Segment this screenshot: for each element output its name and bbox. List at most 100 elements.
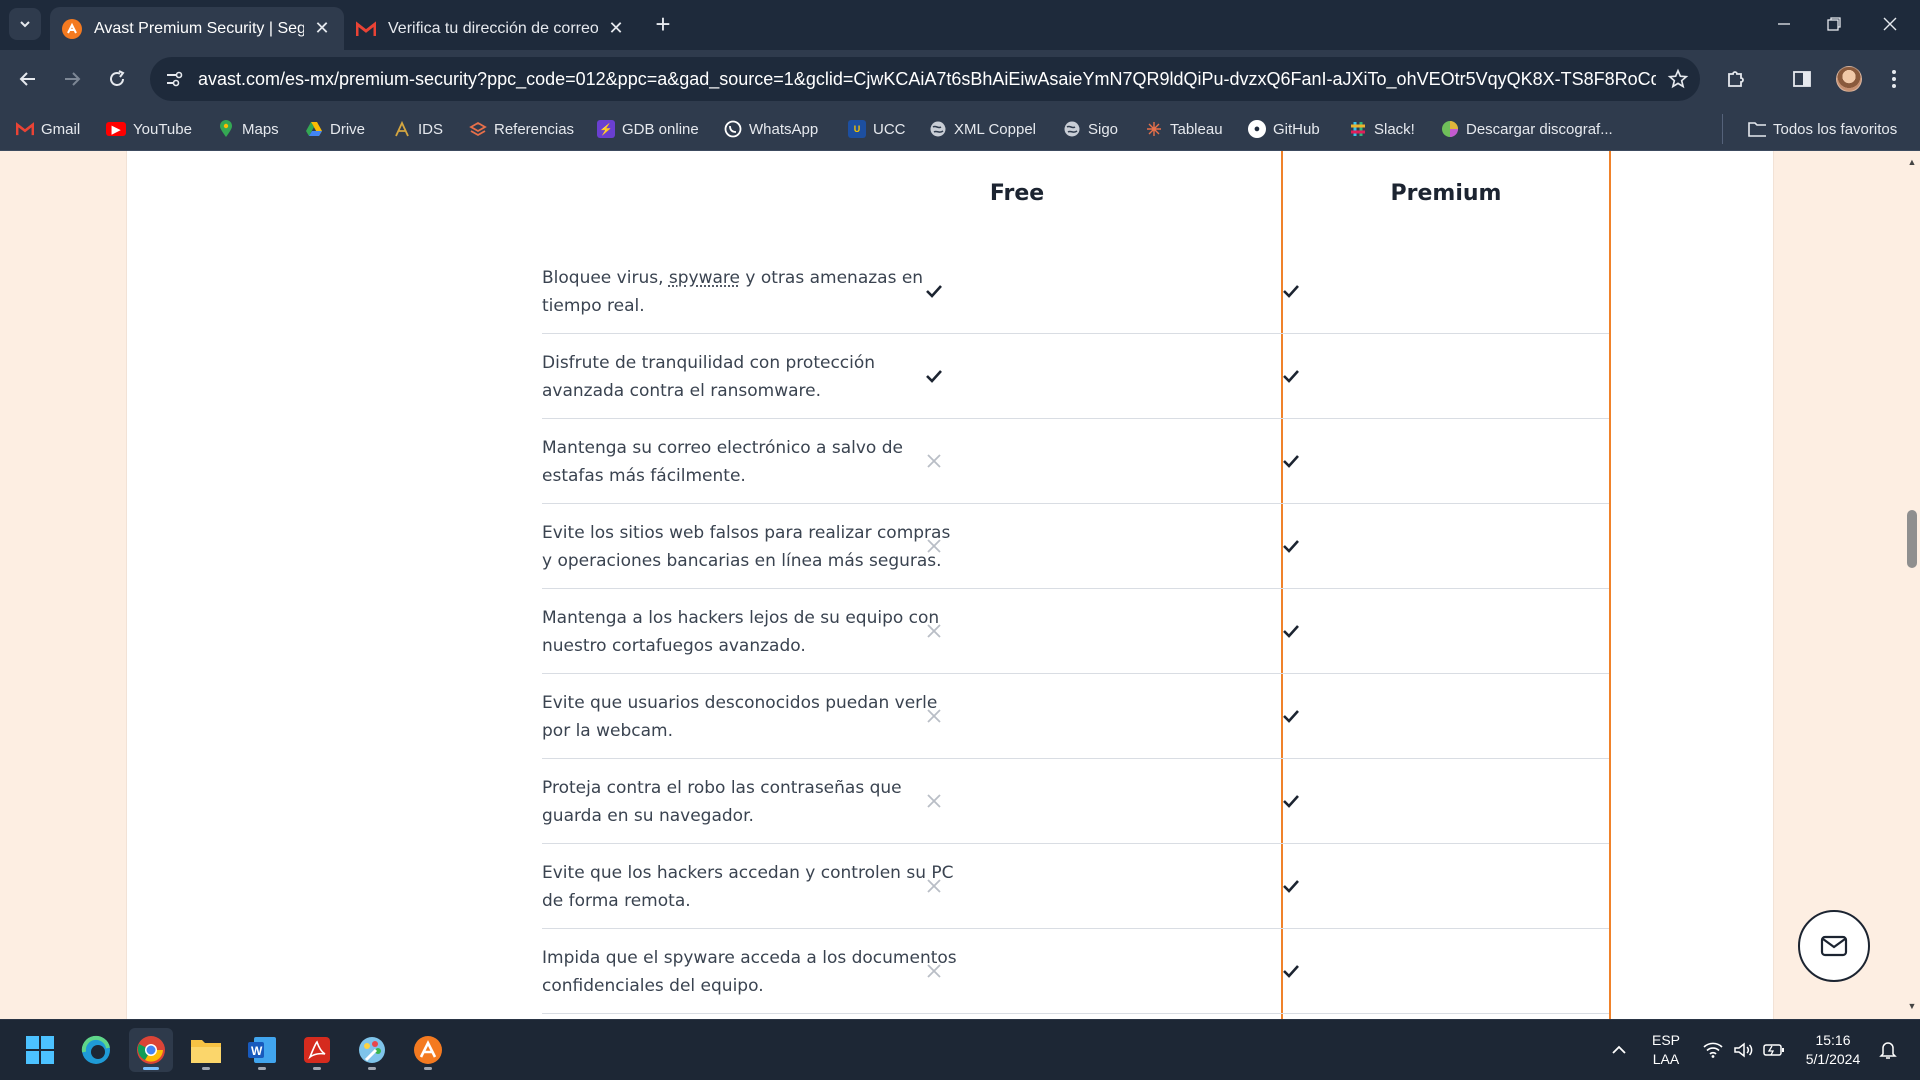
- wifi-icon[interactable]: [1700, 1030, 1726, 1070]
- feature-text: Mantenga a los hackers lejos de su equip…: [542, 589, 962, 674]
- check-icon: [1279, 449, 1303, 473]
- mail-icon: [1820, 935, 1848, 957]
- reload-button[interactable]: [101, 63, 133, 95]
- back-button[interactable]: [12, 63, 44, 95]
- bookmark-xml-coppel[interactable]: XML Coppel: [929, 117, 1036, 141]
- feature-text-part: Bloquee virus,: [542, 267, 669, 288]
- tab-search-button[interactable]: [9, 8, 41, 40]
- bookmark-ids[interactable]: IDS: [393, 117, 443, 141]
- check-icon: [922, 364, 946, 388]
- extensions-button[interactable]: [1720, 63, 1752, 95]
- clock[interactable]: 15:16 5/1/2024: [1796, 1030, 1870, 1070]
- close-icon[interactable]: ✕: [312, 18, 332, 39]
- tab-title: Verifica tu dirección de correo: [388, 19, 598, 37]
- bookmark-drive[interactable]: Drive: [305, 117, 365, 141]
- bookmark-youtube[interactable]: ▶ YouTube: [106, 117, 192, 141]
- drive-icon: [305, 120, 323, 138]
- bookmark-referencias[interactable]: Referencias: [469, 117, 574, 141]
- layers-icon: [469, 120, 487, 138]
- site-info-icon[interactable]: [154, 57, 194, 101]
- gmail-icon: [16, 120, 34, 138]
- show-hidden-icons-button[interactable]: [1602, 1030, 1636, 1070]
- bookmark-maps[interactable]: Maps: [217, 117, 279, 141]
- feature-label: Impida que el spyware acceda a los docum…: [542, 947, 957, 996]
- spyware-link[interactable]: spyware: [669, 268, 740, 288]
- menu-button[interactable]: [1878, 63, 1910, 95]
- cross-icon: [922, 619, 946, 643]
- profile-avatar[interactable]: [1836, 66, 1862, 92]
- table-row: Evite los sitios web falsos para realiza…: [542, 504, 1609, 589]
- bookmark-label: Gmail: [41, 120, 81, 138]
- web-page: Free Premium Bloquee virus, spyware y ot…: [0, 151, 1904, 1019]
- avast-icon: [62, 18, 82, 39]
- bookmark-label: Tableau: [1170, 120, 1223, 138]
- tab-gmail[interactable]: Verifica tu dirección de correo ✕: [344, 7, 638, 50]
- bookmark-tableau[interactable]: Tableau: [1145, 117, 1223, 141]
- bookmark-label: GDB online: [622, 120, 699, 138]
- forward-button[interactable]: [56, 63, 88, 95]
- taskbar-file-explorer[interactable]: [184, 1028, 228, 1072]
- close-window-button[interactable]: [1860, 0, 1920, 48]
- side-panel-icon: [1793, 71, 1811, 87]
- bookmark-label: Sigo: [1088, 120, 1119, 138]
- ucc-icon: U: [848, 120, 866, 138]
- restore-button[interactable]: [1804, 0, 1864, 48]
- feature-label: Evite los sitios web falsos para realiza…: [542, 522, 951, 571]
- bookmark-all-favorites[interactable]: Todos los favoritos: [1748, 117, 1897, 141]
- feature-label: Mantenga su correo electrónico a salvo d…: [542, 437, 903, 486]
- free-column-header: Free: [989, 181, 1045, 206]
- table-row: Proteja contra el robo las contraseñas q…: [542, 759, 1609, 844]
- battery-icon[interactable]: [1760, 1030, 1788, 1070]
- start-button[interactable]: [18, 1028, 62, 1072]
- bookmark-label: Todos los favoritos: [1773, 120, 1898, 138]
- chevron-down-icon: [20, 21, 30, 28]
- new-tab-button[interactable]: +: [650, 11, 676, 38]
- feature-label: Disfrute de tranquilidad con protección …: [542, 352, 876, 401]
- taskbar-word[interactable]: W: [240, 1028, 284, 1072]
- bookmark-sigo[interactable]: Sigo: [1063, 117, 1118, 141]
- clock-time: 15:16: [1815, 1032, 1851, 1048]
- scroll-down-icon[interactable]: ▼: [1907, 1001, 1917, 1011]
- url-text[interactable]: avast.com/es-mx/premium-security?ppc_cod…: [194, 69, 1656, 90]
- bookmark-star-icon[interactable]: [1656, 57, 1700, 101]
- taskbar-avast[interactable]: [406, 1028, 450, 1072]
- feature-label: Evite que usuarios desconocidos puedan v…: [542, 692, 938, 741]
- bookmark-slack[interactable]: Slack!: [1349, 117, 1415, 141]
- bookmark-gmail[interactable]: Gmail: [16, 117, 80, 141]
- side-panel-button[interactable]: [1786, 63, 1818, 95]
- taskbar-edge[interactable]: [74, 1028, 118, 1072]
- check-icon: [1279, 874, 1303, 898]
- bookmark-descargar[interactable]: Descargar discograf...: [1441, 117, 1613, 141]
- close-icon[interactable]: ✕: [606, 18, 626, 39]
- table-row: Evite que los hackers accedan y controle…: [542, 844, 1609, 929]
- scroll-up-icon[interactable]: ▲: [1907, 157, 1917, 167]
- bookmark-label: WhatsApp: [749, 120, 819, 138]
- notifications-bell-icon[interactable]: [1874, 1030, 1902, 1070]
- tab-bar: Avast Premium Security | Seguri ✕ Verifi…: [0, 0, 1920, 50]
- taskbar-chrome[interactable]: [129, 1028, 173, 1072]
- check-icon: [1279, 279, 1303, 303]
- contact-mail-button[interactable]: [1798, 910, 1870, 982]
- input-language[interactable]: ESP LAA: [1646, 1030, 1686, 1070]
- check-icon: [922, 279, 946, 303]
- slack-icon: [1349, 120, 1367, 138]
- bookmark-label: YouTube: [133, 120, 192, 138]
- bookmark-github[interactable]: ● GitHub: [1248, 117, 1320, 141]
- taskbar-paint[interactable]: [350, 1028, 394, 1072]
- check-icon: [1279, 619, 1303, 643]
- taskbar-acrobat[interactable]: [295, 1028, 339, 1072]
- cross-icon: [922, 789, 946, 813]
- page-scrollbar[interactable]: ▲ ▼: [1904, 151, 1920, 1019]
- cross-icon: [922, 534, 946, 558]
- scrollbar-thumb[interactable]: [1907, 510, 1917, 568]
- tab-avast[interactable]: Avast Premium Security | Seguri ✕: [50, 7, 344, 50]
- bookmark-whatsapp[interactable]: WhatsApp: [724, 117, 818, 141]
- bookmark-ucc[interactable]: U UCC: [848, 117, 906, 141]
- feature-text: Bloquee virus, spyware y otras amenazas …: [542, 249, 962, 334]
- bookmark-gdb-online[interactable]: ⚡ GDB online: [597, 117, 699, 141]
- chevron-up-icon: [1612, 1045, 1626, 1054]
- volume-icon[interactable]: [1730, 1030, 1756, 1070]
- address-bar[interactable]: avast.com/es-mx/premium-security?ppc_cod…: [150, 57, 1700, 101]
- feature-text: Mantenga su correo electrónico a salvo d…: [542, 419, 962, 504]
- folder-icon: [191, 1040, 221, 1063]
